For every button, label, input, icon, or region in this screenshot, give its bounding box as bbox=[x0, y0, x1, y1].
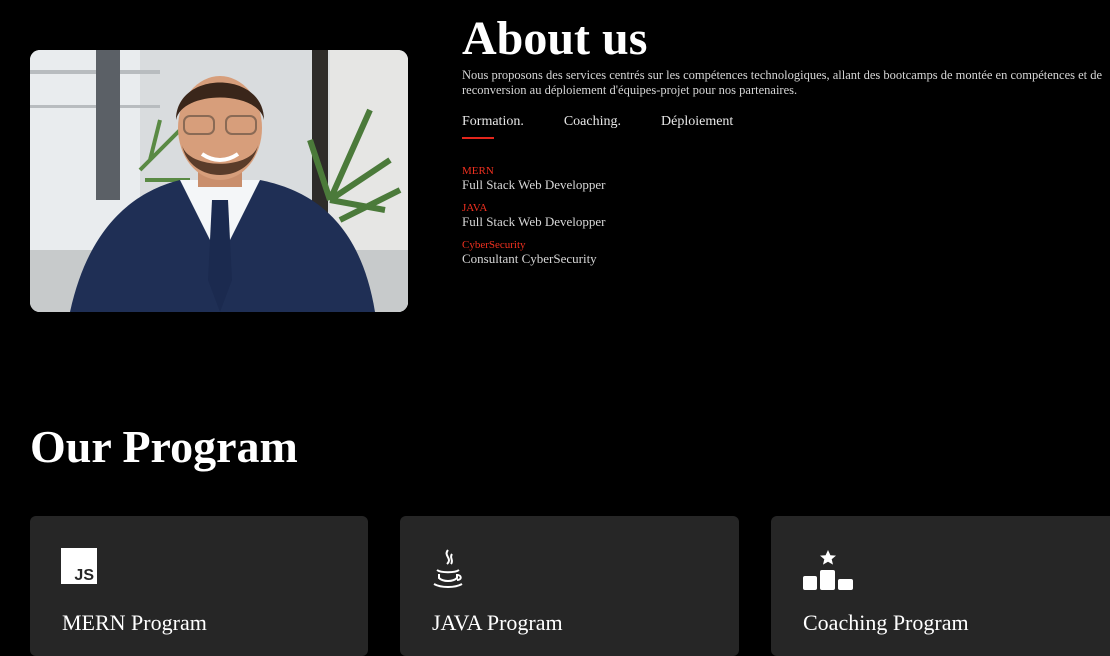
about-description: Nous proposons des services centrés sur … bbox=[462, 68, 1103, 97]
formation-list: MERN Full Stack Web Developper JAVA Full… bbox=[462, 165, 1110, 267]
item-tag: MERN bbox=[462, 165, 494, 177]
program-card-mern[interactable]: JS MERN Program bbox=[30, 516, 368, 656]
about-title: About us bbox=[462, 12, 648, 65]
java-coffee-icon bbox=[431, 548, 465, 595]
tab-coaching[interactable]: Coaching. bbox=[564, 114, 621, 139]
podium-star-icon bbox=[802, 548, 854, 597]
card-title: Coaching Program bbox=[803, 610, 969, 635]
program-card-java[interactable]: JAVA Program bbox=[400, 516, 739, 656]
program-title: Our Program bbox=[30, 421, 298, 472]
service-tabs: Formation. Coaching. Déploiement bbox=[462, 114, 1110, 139]
item-name: Consultant CyberSecurity bbox=[462, 251, 597, 266]
program-card-coaching[interactable]: Coaching Program bbox=[771, 516, 1110, 656]
item-tag: CyberSecurity bbox=[462, 239, 526, 251]
tab-formation[interactable]: Formation. bbox=[462, 114, 524, 139]
team-member-photo bbox=[30, 50, 408, 312]
item-name: Full Stack Web Developper bbox=[462, 214, 606, 229]
card-title: MERN Program bbox=[62, 610, 207, 635]
list-item: MERN Full Stack Web Developper bbox=[462, 165, 1110, 193]
list-item: JAVA Full Stack Web Developper bbox=[462, 202, 1110, 230]
card-title: JAVA Program bbox=[432, 610, 563, 635]
js-icon-text: JS bbox=[74, 567, 94, 584]
tab-deploiement[interactable]: Déploiement bbox=[661, 114, 733, 139]
item-name: Full Stack Web Developper bbox=[462, 177, 606, 192]
js-icon: JS bbox=[61, 548, 97, 589]
list-item: CyberSecurity Consultant CyberSecurity bbox=[462, 239, 1110, 267]
about-section: About us Nous proposons des services cen… bbox=[462, 10, 1110, 276]
item-tag: JAVA bbox=[462, 202, 488, 214]
